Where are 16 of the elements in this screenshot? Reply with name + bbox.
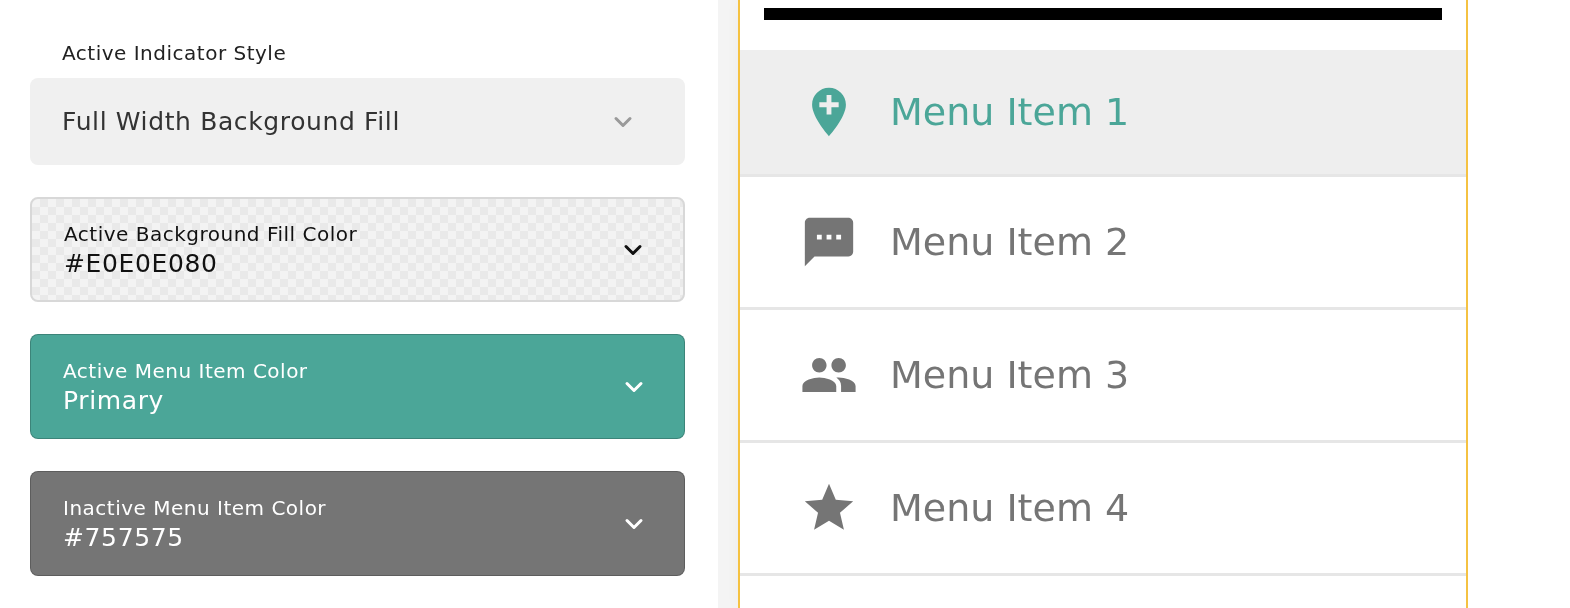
color-dropdown[interactable]: Active Background Fill Color #E0E0E080	[30, 197, 685, 302]
color-dropdown[interactable]: Inactive Menu Item Color #757575	[30, 471, 685, 576]
menu-item[interactable]: Menu Item 4	[740, 443, 1466, 576]
field-label: Active Indicator Style	[61, 40, 288, 67]
dropdown-value: Full Width Background Fill	[62, 105, 400, 138]
dropdown-value: #757575	[63, 521, 185, 554]
dropdown-label: Inactive Menu Item Color	[63, 494, 327, 522]
dropdown-value: Primary	[63, 384, 165, 417]
menu-item[interactable]: Menu Item 1	[740, 50, 1466, 177]
dropdown-label: Active Menu Item Color	[63, 357, 308, 385]
dropdown-value: #E0E0E080	[64, 247, 219, 280]
color-dropdown[interactable]: Active Menu Item Color Primary	[30, 334, 685, 439]
menu-item[interactable]: Menu Item 2	[740, 177, 1466, 310]
menu-item[interactable]: Menu Item 3	[740, 310, 1466, 443]
dropdown-label: Active Background Fill Color	[64, 220, 358, 248]
indicator-style-dropdown[interactable]: Full Width Background Fill	[30, 78, 685, 165]
